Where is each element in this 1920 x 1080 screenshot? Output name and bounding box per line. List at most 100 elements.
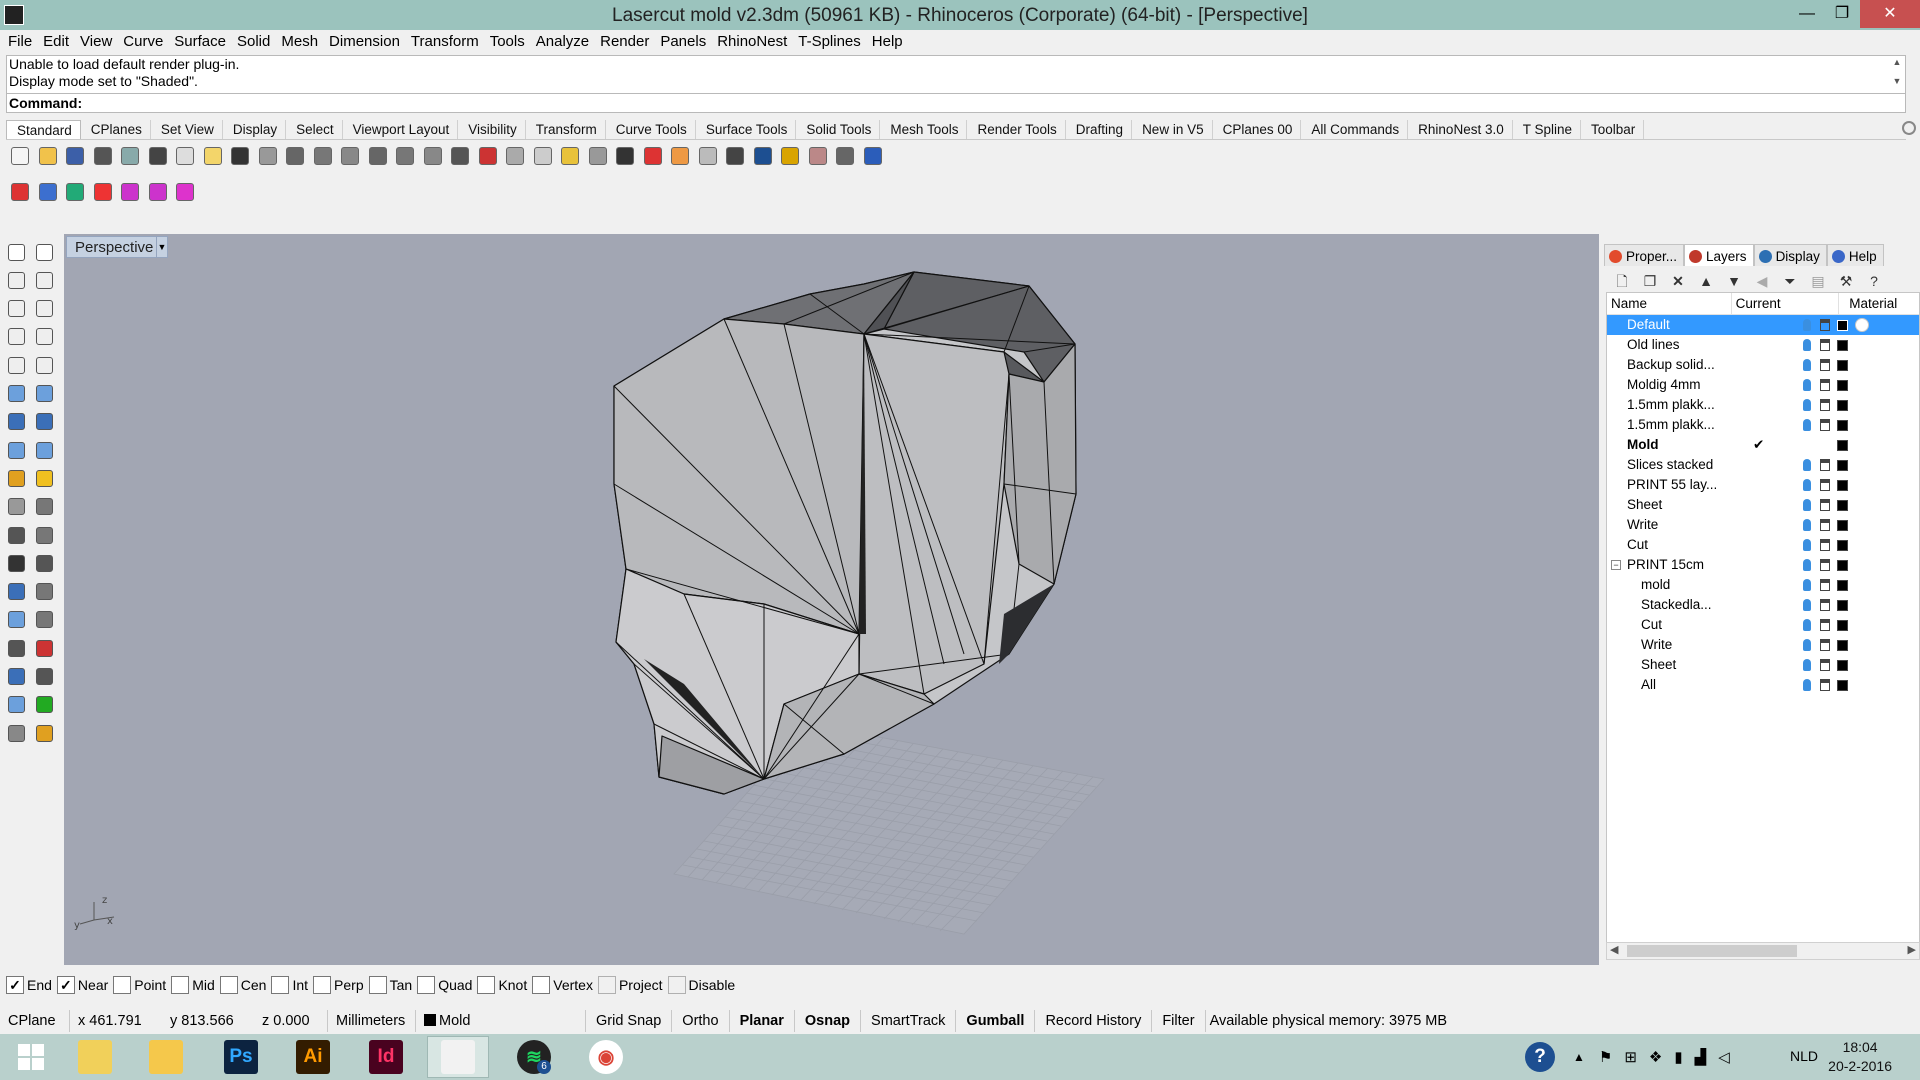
tab-visibility[interactable]: Visibility bbox=[458, 120, 526, 139]
rectangle-icon[interactable] bbox=[32, 325, 56, 349]
panel-tab-layers[interactable]: Layers bbox=[1684, 244, 1754, 266]
perspective-viewport[interactable]: x y z Perspective ▼ bbox=[64, 234, 1599, 965]
gear-options-icon[interactable] bbox=[806, 144, 830, 168]
zoom-extents-icon[interactable] bbox=[366, 144, 390, 168]
osnap-knot[interactable]: Knot bbox=[477, 976, 527, 994]
points-icon[interactable] bbox=[558, 144, 582, 168]
tab-transform[interactable]: Transform bbox=[526, 120, 606, 139]
spotify-task[interactable]: ≋ 6 bbox=[503, 1036, 565, 1078]
zoom-selected-icon[interactable] bbox=[393, 144, 417, 168]
lock-icon[interactable] bbox=[1820, 539, 1830, 551]
lock-icon[interactable] bbox=[1820, 499, 1830, 511]
battery-icon[interactable]: ▮ bbox=[1674, 1048, 1682, 1066]
tab-surface-tools[interactable]: Surface Tools bbox=[696, 120, 797, 139]
column-current[interactable]: Current bbox=[1732, 292, 1840, 315]
indesign-task[interactable]: Id bbox=[355, 1036, 417, 1078]
cap-icon[interactable] bbox=[32, 523, 56, 547]
toggle-ortho[interactable]: Ortho bbox=[672, 1010, 730, 1032]
zoom-window-icon[interactable] bbox=[338, 144, 362, 168]
explode-icon[interactable] bbox=[32, 495, 56, 519]
array-icon[interactable] bbox=[4, 636, 28, 660]
render-sphere-icon[interactable] bbox=[723, 144, 747, 168]
polygon-icon[interactable] bbox=[4, 353, 28, 377]
layer-row[interactable]: Cut bbox=[1607, 615, 1919, 635]
current-layer-field[interactable]: Mold bbox=[416, 1010, 586, 1032]
sphere-icon[interactable] bbox=[32, 410, 56, 434]
box-icon[interactable] bbox=[4, 410, 28, 434]
visibility-bulb-icon[interactable] bbox=[1803, 459, 1811, 471]
lock-icon[interactable] bbox=[1820, 559, 1830, 571]
osnap-cen[interactable]: Cen bbox=[219, 976, 266, 994]
lock-icon[interactable] bbox=[1820, 399, 1830, 411]
menu-surface[interactable]: Surface bbox=[170, 30, 233, 54]
undo-view-icon[interactable] bbox=[421, 144, 445, 168]
layer-name[interactable]: Cut bbox=[1627, 535, 1648, 555]
layer-row[interactable]: Write bbox=[1607, 635, 1919, 655]
layer-row[interactable]: Cut bbox=[1607, 535, 1919, 555]
lock-icon[interactable] bbox=[1820, 619, 1830, 631]
layer-row[interactable]: Slices stacked bbox=[1607, 455, 1919, 475]
toggle-grid-snap[interactable]: Grid Snap bbox=[586, 1010, 673, 1032]
menu-solid[interactable]: Solid bbox=[233, 30, 277, 54]
lock-icon[interactable] bbox=[613, 144, 637, 168]
extrude-icon[interactable] bbox=[4, 438, 28, 462]
visibility-bulb-icon[interactable] bbox=[1803, 679, 1811, 691]
panel-tab-proper[interactable]: Proper... bbox=[1604, 244, 1685, 266]
osnap-checkbox[interactable]: ✓ bbox=[56, 976, 75, 994]
tabs-gear-icon[interactable] bbox=[1902, 121, 1916, 135]
scroll-thumb[interactable] bbox=[1627, 945, 1797, 957]
layer-name[interactable]: Mold bbox=[1627, 435, 1659, 455]
fillet-icon[interactable] bbox=[32, 353, 56, 377]
light-icon[interactable] bbox=[586, 144, 610, 168]
menu-edit[interactable]: Edit bbox=[39, 30, 76, 54]
model-canvas[interactable]: x y z bbox=[64, 234, 1599, 965]
color-wheel-icon[interactable] bbox=[668, 144, 692, 168]
osnap-checkbox[interactable] bbox=[219, 976, 238, 994]
layer-row[interactable]: − PRINT 15cm bbox=[1607, 555, 1919, 575]
select-icon[interactable] bbox=[4, 240, 28, 264]
layer-name[interactable]: Moldig 4mm bbox=[1627, 375, 1701, 395]
osnap-project[interactable]: Project bbox=[597, 976, 663, 994]
layer-color-swatch[interactable] bbox=[1837, 560, 1848, 571]
osnap-mid[interactable]: Mid bbox=[171, 976, 215, 994]
viewport-menu-arrow-icon[interactable]: ▼ bbox=[156, 236, 168, 258]
language-indicator[interactable]: NLD bbox=[1790, 1048, 1818, 1064]
toggle-gumball[interactable]: Gumball bbox=[956, 1010, 1036, 1032]
layer-color-swatch[interactable] bbox=[1837, 540, 1848, 551]
analyze-icon[interactable] bbox=[4, 693, 28, 717]
render-icon[interactable] bbox=[4, 721, 28, 745]
layer-row[interactable]: Sheet bbox=[1607, 655, 1919, 675]
panel-tab-help[interactable]: Help bbox=[1826, 244, 1884, 266]
scroll-left-icon[interactable]: ◀ bbox=[1610, 943, 1618, 956]
command-area[interactable]: Unable to load default render plug-in. D… bbox=[6, 55, 1906, 113]
tools-icon[interactable]: ⚒ bbox=[1836, 272, 1856, 290]
manipulator-icon[interactable] bbox=[91, 180, 115, 204]
command-input[interactable]: Command: bbox=[7, 93, 1905, 113]
layer-row[interactable]: Backup solid... bbox=[1607, 355, 1919, 375]
visibility-bulb-icon[interactable] bbox=[1803, 659, 1811, 671]
clock[interactable]: 18:04 20-2-2016 bbox=[1828, 1038, 1892, 1076]
tab-select[interactable]: Select bbox=[286, 120, 343, 139]
rhino-task[interactable] bbox=[427, 1036, 489, 1078]
layer-color-swatch[interactable] bbox=[1837, 460, 1848, 471]
layer-name[interactable]: 1.5mm plakk... bbox=[1627, 395, 1715, 415]
group-icon[interactable] bbox=[4, 608, 28, 632]
menu-mesh[interactable]: Mesh bbox=[277, 30, 325, 54]
layer-color-swatch[interactable] bbox=[1837, 340, 1848, 351]
visibility-bulb-icon[interactable] bbox=[1803, 579, 1811, 591]
layout-icon[interactable] bbox=[4, 665, 28, 689]
visibility-bulb-icon[interactable] bbox=[1803, 339, 1811, 351]
flag-icon[interactable]: ⚑ bbox=[1599, 1048, 1612, 1066]
lock-icon[interactable] bbox=[1820, 319, 1830, 331]
menu-help[interactable]: Help bbox=[868, 30, 910, 54]
trim-icon[interactable] bbox=[4, 551, 28, 575]
illustrator-task[interactable]: Ai bbox=[282, 1036, 344, 1078]
material-icon[interactable] bbox=[32, 721, 56, 745]
sphere-icon[interactable] bbox=[696, 144, 720, 168]
four-viewports-icon[interactable] bbox=[448, 144, 472, 168]
visibility-bulb-icon[interactable] bbox=[1803, 319, 1811, 331]
menu-transform[interactable]: Transform bbox=[407, 30, 486, 54]
car-icon[interactable] bbox=[476, 144, 500, 168]
visibility-bulb-icon[interactable] bbox=[1803, 479, 1811, 491]
arc-icon[interactable] bbox=[4, 325, 28, 349]
